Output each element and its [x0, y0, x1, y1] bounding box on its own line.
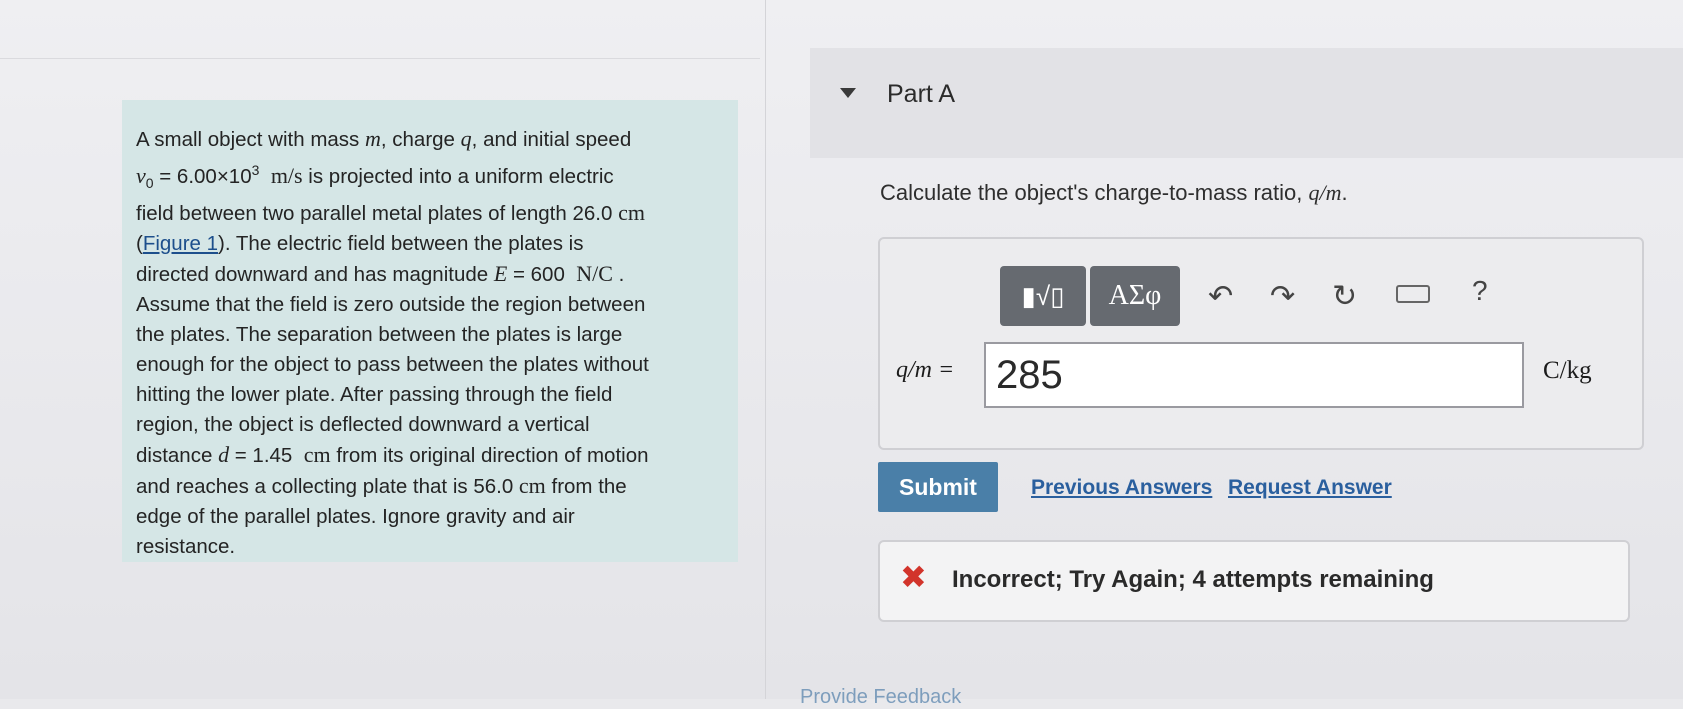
problem-line: distance d = 1.45 cm from its original d…: [136, 441, 649, 467]
problem-line: resistance.: [136, 534, 236, 558]
answer-panel: ▮√▯ ΑΣφ ↶ ↷ ↻ ? q/m = 285 C/kg: [878, 237, 1644, 450]
request-answer-link[interactable]: Request Answer: [1228, 476, 1392, 500]
collapse-caret-icon[interactable]: [840, 88, 856, 98]
symbols-button[interactable]: ΑΣφ: [1090, 266, 1180, 326]
feedback-box: ✖ Incorrect; Try Again; 4 attempts remai…: [878, 540, 1630, 622]
redo-icon[interactable]: ↷: [1270, 279, 1295, 314]
problem-line: the plates. The separation between the p…: [136, 322, 623, 346]
problem-line: (Figure 1). The electric field between t…: [136, 231, 584, 255]
keyboard-icon[interactable]: [1396, 285, 1430, 303]
question-text: Calculate the object's charge-to-mass ra…: [880, 180, 1348, 205]
answer-input[interactable]: 285: [984, 342, 1524, 408]
problem-line: edge of the parallel plates. Ignore grav…: [136, 504, 575, 528]
speed-symbol: v: [136, 162, 146, 188]
problem-line: field between two parallel metal plates …: [136, 199, 645, 225]
answer-unit: C/kg: [1543, 357, 1592, 384]
problem-line: and reaches a collecting plate that is 5…: [136, 472, 627, 498]
problem-statement: A small object with mass m, charge q, an…: [122, 100, 738, 562]
undo-icon[interactable]: ↶: [1208, 279, 1233, 314]
speed-unit: m/s: [270, 162, 303, 188]
figure-link[interactable]: Figure 1: [143, 232, 218, 255]
part-title: Part A: [887, 80, 956, 108]
top-divider: [0, 58, 760, 59]
problem-line: directed downward and has magnitude E = …: [136, 260, 625, 286]
column-divider: [765, 0, 766, 699]
answer-label: q/m =: [896, 357, 955, 383]
previous-answers-link[interactable]: Previous Answers: [1031, 476, 1212, 500]
charge-symbol: q: [460, 126, 472, 151]
problem-line: Assume that the field is zero outside th…: [136, 292, 646, 316]
feedback-text: Incorrect; Try Again; 4 attempts remaini…: [952, 566, 1434, 593]
templates-button[interactable]: ▮√▯: [1000, 266, 1086, 326]
provide-feedback-link[interactable]: Provide Feedback: [800, 686, 961, 709]
submit-button[interactable]: Submit: [878, 462, 998, 512]
reset-icon[interactable]: ↻: [1332, 279, 1357, 314]
help-icon[interactable]: ?: [1472, 275, 1488, 307]
problem-line: region, the object is deflected downward…: [136, 412, 590, 436]
incorrect-x-icon: ✖: [900, 559, 927, 595]
problem-line: enough for the object to pass between th…: [136, 352, 649, 376]
part-header[interactable]: Part A: [810, 48, 1683, 158]
problem-line: v0 = 6.00×103 m/s is projected into a un…: [136, 162, 614, 191]
problem-line: hitting the lower plate. After passing t…: [136, 382, 613, 406]
problem-line: A small object with mass m, charge q, an…: [136, 126, 632, 151]
templates-icon: ▮√▯: [1021, 280, 1065, 311]
mass-symbol: m: [365, 126, 381, 151]
